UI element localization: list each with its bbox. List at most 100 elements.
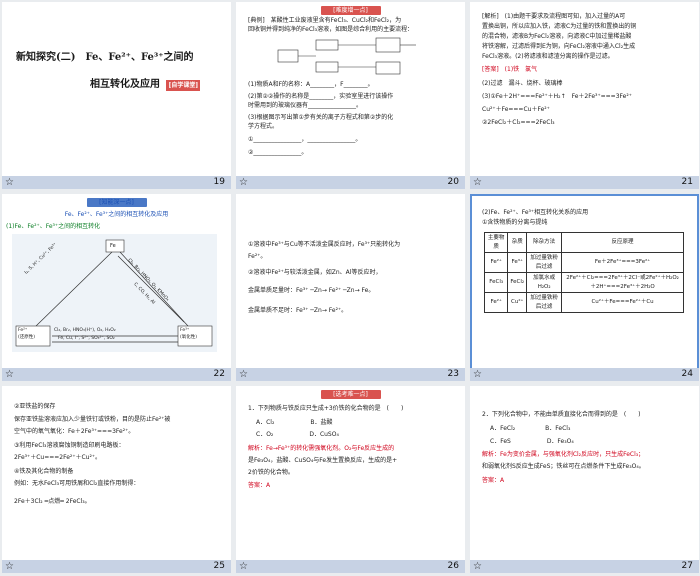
flow-diagram	[277, 37, 416, 75]
slide-footer-bar: ☆ 20	[236, 176, 465, 189]
table-header-row: 主要物质 杂质 除杂方法 反应原理	[483, 231, 684, 254]
node-fe2: Fe²⁺ (还原性)	[18, 328, 36, 340]
column-header: 杂质	[507, 231, 528, 254]
explanation-line: 解析：Fe→Fe³⁺的转化需强氧化剂。O₂与Fe反应生成的	[248, 445, 395, 452]
edge-label-bottom-upper: Cl₂, Br₂, HNO₃(H⁺), O₂, H₂O₂	[54, 328, 116, 333]
text-line: (1)Fe、Fe²⁺、Fe³⁺之间的相互转化	[6, 223, 101, 230]
explanation-line: 和弱氧化剂S反应生成FeS；铁丝可在点燃条件下生成Fe₃O₄。	[482, 463, 645, 470]
table-cell: 加氯水或H₂O₂	[526, 272, 563, 294]
explanation-line: 是Fe₃O₄，盐酸、CuSO₄与Fe发生置换反应，生成的是+	[248, 457, 398, 464]
table-cell: Cu²⁺	[507, 292, 528, 314]
star-icon[interactable]: ☆	[239, 176, 248, 189]
star-icon[interactable]: ☆	[5, 560, 14, 573]
slide-thumbnail-25[interactable]: ②亚铁盐的保存 保存亚铁盐溶液应加入少量铁钉或铁粉，目的是防止Fe²⁺被 空气中…	[2, 386, 231, 573]
column-header: 除杂方法	[526, 231, 563, 254]
slide-content: [选考难一点] 1．下列物质与铁反应只生成+3价铁的化合物的是 ( ) A．Cl…	[236, 386, 465, 560]
text-line: Fe、Fe²⁺、Fe³⁺之间的相互转化及应用	[64, 211, 169, 218]
option-line: A．Cl₂ B．盐酸	[256, 419, 333, 426]
slide-content: [难度增一点] [典例] 某酸性工业废液里含有FeCl₃、CuCl₂和FeCl₂…	[236, 2, 465, 176]
text-line: 例如：无水FeCl₃可用铁屑和Cl₂直接作用制得：	[14, 480, 140, 487]
table-cell: Fe³⁺	[507, 252, 528, 274]
text-line: (2)第②②操作的名称是________，实验室里进行该操作	[248, 93, 394, 100]
text-line: Fe²⁺。	[248, 253, 267, 260]
text-line: ②________________。	[248, 149, 308, 156]
slide-thumbnail-21[interactable]: [解析] (1)由题干要求及流程图可知，加入过量的A可 置换出铜，所以应加入铁，…	[470, 2, 699, 189]
slide-thumbnail-22[interactable]: [知能深一点] Fe、Fe²⁺、Fe³⁺之间的相互转化及应用 (1)Fe、Fe²…	[2, 194, 231, 381]
text-line: 保存亚铁盐溶液应加入少量铁钉或铁粉，目的是防止Fe²⁺被	[14, 416, 171, 423]
text-line: (1)物质A和F的名称：A________，F________。	[248, 81, 374, 88]
purification-table: 主要物质 杂质 除杂方法 反应原理 Fe²⁺ Fe³⁺ 加过量铁粉后过滤 Fe＋…	[483, 231, 684, 314]
slide-number: 24	[681, 369, 693, 379]
column-header: 反应原理	[561, 231, 684, 254]
table-cell: Fe²⁺	[483, 292, 509, 314]
star-icon[interactable]: ☆	[239, 368, 248, 381]
table-cell: FeCl₃	[483, 272, 509, 294]
slide-thumbnail-23[interactable]: ①溶液中Fe³⁺与Cu等不活泼金属反应时，Fe³⁺只能转化为 Fe²⁺。 ②溶液…	[236, 194, 465, 381]
slide-footer-bar: ☆ 19	[2, 176, 231, 189]
table-cell: 加过量铁粉后过滤	[526, 292, 563, 314]
text-line: ①含铁物质的分离与提纯	[482, 219, 548, 226]
text-line: ①________________，________________。	[248, 136, 362, 143]
slide-thumbnail-19[interactable]: 新知探究(二) Fe、Fe²⁺、Fe³⁺之间的 相互转化及应用 [自学课堂] ☆…	[2, 2, 231, 189]
text-line: ②溶液中Fe²⁺与较活泼金属，如Zn、Al等反应时，	[248, 269, 382, 276]
option-line: C．O₂ D．CuSO₄	[256, 431, 339, 438]
slide-number: 20	[447, 177, 459, 187]
text-line: 2Fe＋3Cl₂ ═点燃═ 2FeCl₃。	[14, 498, 91, 505]
table-cell: 加过量铁粉后过滤	[526, 252, 563, 274]
star-icon[interactable]: ☆	[473, 368, 482, 381]
text-line: ②亚铁盐的保存	[14, 403, 56, 410]
node-fe3: Fe³⁺ (氧化性)	[180, 328, 198, 340]
slide-footer-bar: ☆ 23	[236, 368, 465, 381]
table-cell: Fe²⁺	[483, 252, 509, 274]
star-icon[interactable]: ☆	[239, 560, 248, 573]
node-fe: Fe	[110, 243, 116, 249]
slide-content: [知能深一点] Fe、Fe²⁺、Fe³⁺之间的相互转化及应用 (1)Fe、Fe²…	[2, 194, 231, 368]
slide-thumbnail-20[interactable]: [难度增一点] [典例] 某酸性工业废液里含有FeCl₃、CuCl₂和FeCl₂…	[236, 2, 465, 189]
answer-line: [答案] (1)铁 氯气	[482, 66, 538, 73]
slide-thumbnail-27[interactable]: 2．下列化合物中，不能由单质直接化合而得到的是 ( ) A．FeCl₂ B．Fe…	[470, 386, 699, 573]
slide-footer-bar: ☆ 26	[236, 560, 465, 573]
table-row: FeCl₃ FeCl₂ 加氯水或H₂O₂ 2Fe²⁺＋Cl₂===2Fe³⁺＋2…	[483, 272, 684, 294]
table-row: Fe²⁺ Fe³⁺ 加过量铁粉后过滤 Fe＋2Fe³⁺===3Fe²⁺	[483, 252, 684, 274]
section-tag: [自学课堂]	[166, 80, 201, 92]
text-line: 金属单质不足时：Fe³⁺ ─Zn→ Fe²⁺。	[248, 307, 348, 314]
text-line: 将铁溶解，过滤后得到E为铜，向FeCl₂溶液中通入Cl₂生成	[482, 43, 636, 50]
text-line: ③利用FeCl₃溶液腐蚀铜制造印刷电路板：	[14, 442, 125, 449]
slide-number: 26	[447, 561, 459, 571]
star-icon[interactable]: ☆	[5, 368, 14, 381]
explanation-line: 2价铁的化合物。	[248, 469, 294, 476]
slide-thumbnail-26[interactable]: [选考难一点] 1．下列物质与铁反应只生成+3价铁的化合物的是 ( ) A．Cl…	[236, 386, 465, 573]
text-line: ①溶液中Fe³⁺与Cu等不活泼金属反应时，Fe³⁺只能转化为	[248, 241, 401, 248]
star-icon[interactable]: ☆	[473, 176, 482, 189]
slide-content: 新知探究(二) Fe、Fe²⁺、Fe³⁺之间的 相互转化及应用 [自学课堂]	[2, 2, 231, 176]
slide-content: 2．下列化合物中，不能由单质直接化合而得到的是 ( ) A．FeCl₂ B．Fe…	[470, 386, 699, 560]
table-cell: 2Fe²⁺＋Cl₂===2Fe³⁺＋2Cl⁻或2Fe²⁺＋H₂O₂＋2H⁺===…	[561, 272, 684, 294]
text-line: ②2FeCl₂＋Cl₂===2FeCl₃	[482, 119, 555, 126]
slide-footer-bar: ☆ 24	[470, 368, 699, 381]
text-line: FeCl₃溶液。(2)将滤液和滤渣分离的操作是过滤。	[482, 53, 614, 60]
option-line: C．FeS D．Fe₃O₄	[490, 438, 574, 445]
slide-number: 19	[213, 177, 225, 187]
slide-content: ①溶液中Fe³⁺与Cu等不活泼金属反应时，Fe³⁺只能转化为 Fe²⁺。 ②溶液…	[236, 194, 465, 368]
text-line: 置换出铜，所以应加入铁，滤液C为过量的铁和置换出的铜	[482, 23, 637, 30]
text-line: (3)①Fe＋2H⁺===Fe²⁺＋H₂↑ Fe＋2Fe³⁺===3Fe²⁺	[482, 93, 632, 100]
text-line: 回收铜并得到纯净的FeCl₃溶液，如图是综合利用的主要流程：	[248, 26, 414, 33]
slide-footer-bar: ☆ 22	[2, 368, 231, 381]
slide-number: 23	[447, 369, 459, 379]
section-header: [知能深一点]	[86, 198, 147, 208]
star-icon[interactable]: ☆	[473, 560, 482, 573]
slide-number: 22	[213, 369, 225, 379]
answer-line: 答案：A	[248, 482, 271, 489]
text-line: (2)过滤 漏斗、烧杯、玻璃棒	[482, 80, 563, 87]
edge-label-bottom: Fe, Cu, I⁻, S²⁻, SO₃²⁻, SO₂	[58, 336, 115, 341]
slide-footer-bar: ☆ 21	[470, 176, 699, 189]
slide-grid: 新知探究(二) Fe、Fe²⁺、Fe³⁺之间的 相互转化及应用 [自学课堂] ☆…	[2, 2, 699, 574]
slide-title-line2-text: 相互转化及应用	[90, 79, 160, 90]
text-line: 空气中的氧气氧化：Fe＋2Fe³⁺===3Fe²⁺。	[14, 428, 135, 435]
slide-content: [解析] (1)由题干要求及流程图可知，加入过量的A可 置换出铜，所以应加入铁，…	[470, 2, 699, 176]
table-cell: Fe＋2Fe³⁺===3Fe²⁺	[561, 252, 684, 274]
star-icon[interactable]: ☆	[5, 176, 14, 189]
text-line: (2)Fe、Fe²⁺、Fe³⁺相互转化关系的应用	[482, 209, 589, 216]
slide-thumbnail-24[interactable]: (2)Fe、Fe²⁺、Fe³⁺相互转化关系的应用 ①含铁物质的分离与提纯 主要物…	[470, 194, 699, 381]
text-line: [解析] (1)由题干要求及流程图可知，加入过量的A可	[482, 13, 626, 20]
